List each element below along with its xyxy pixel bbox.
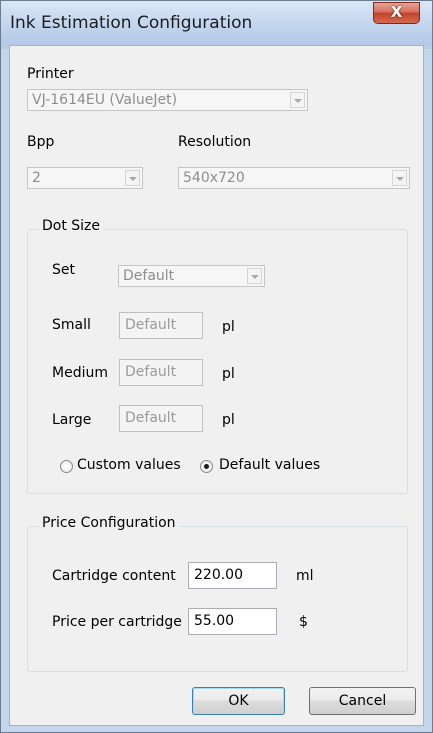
cartridge-content-input[interactable]: 220.00	[188, 562, 277, 589]
price-per-cartridge-value: 55.00	[194, 613, 235, 629]
resolution-select[interactable]: 540x720	[178, 167, 410, 189]
set-label: Set	[52, 262, 75, 278]
price-per-cartridge-input[interactable]: 55.00	[188, 608, 277, 635]
title-bar[interactable]: Ink Estimation Configuration X	[1, 1, 432, 45]
custom-values-radio[interactable]	[60, 460, 73, 473]
large-dot-input[interactable]: Default	[119, 405, 203, 432]
small-dot-value: Default	[125, 317, 177, 333]
price-per-cartridge-label: Price per cartridge	[52, 614, 182, 630]
chevron-down-icon	[392, 170, 407, 186]
medium-label: Medium	[52, 365, 108, 381]
large-label: Large	[52, 412, 92, 428]
resolution-select-value: 540x720	[183, 170, 245, 186]
chevron-down-icon	[247, 268, 262, 284]
dot-size-set-select[interactable]: Default	[118, 265, 265, 287]
close-button[interactable]: X	[373, 2, 420, 24]
small-label: Small	[52, 317, 91, 333]
price-config-group-title: Price Configuration	[39, 515, 179, 531]
bpp-label: Bpp	[27, 134, 55, 150]
medium-dot-input[interactable]: Default	[119, 359, 203, 386]
cartridge-content-value: 220.00	[194, 567, 243, 583]
cartridge-content-label: Cartridge content	[52, 568, 176, 584]
small-dot-input[interactable]: Default	[119, 312, 203, 339]
default-values-label[interactable]: Default values	[219, 457, 320, 473]
cancel-button[interactable]: Cancel	[309, 687, 416, 715]
cartridge-unit-label: ml	[296, 568, 314, 584]
bpp-select-value: 2	[32, 170, 41, 186]
printer-select[interactable]: VJ-1614EU (ValueJet)	[27, 89, 308, 111]
close-icon: X	[390, 3, 403, 21]
chevron-down-icon	[290, 92, 305, 108]
small-unit-label: pl	[222, 319, 235, 335]
default-values-radio[interactable]	[200, 460, 213, 473]
dot-size-group-title: Dot Size	[39, 218, 104, 234]
medium-unit-label: pl	[222, 366, 235, 382]
printer-label: Printer	[27, 66, 74, 82]
printer-select-value: VJ-1614EU (ValueJet)	[32, 92, 178, 108]
ok-button[interactable]: OK	[192, 687, 285, 715]
price-unit-label: $	[299, 614, 308, 630]
window-title: Ink Estimation Configuration	[10, 13, 253, 33]
price-config-group	[27, 526, 408, 672]
resolution-label: Resolution	[178, 134, 252, 150]
large-dot-value: Default	[125, 410, 177, 426]
large-unit-label: pl	[222, 412, 235, 428]
dot-size-set-value: Default	[123, 268, 175, 284]
custom-values-label[interactable]: Custom values	[77, 457, 181, 473]
bpp-select[interactable]: 2	[27, 167, 143, 189]
dialog-body: Printer VJ-1614EU (ValueJet) Bpp 2 Resol…	[9, 45, 424, 726]
dialog-window: Ink Estimation Configuration X Printer V…	[0, 0, 433, 733]
chevron-down-icon	[125, 170, 140, 186]
medium-dot-value: Default	[125, 364, 177, 380]
